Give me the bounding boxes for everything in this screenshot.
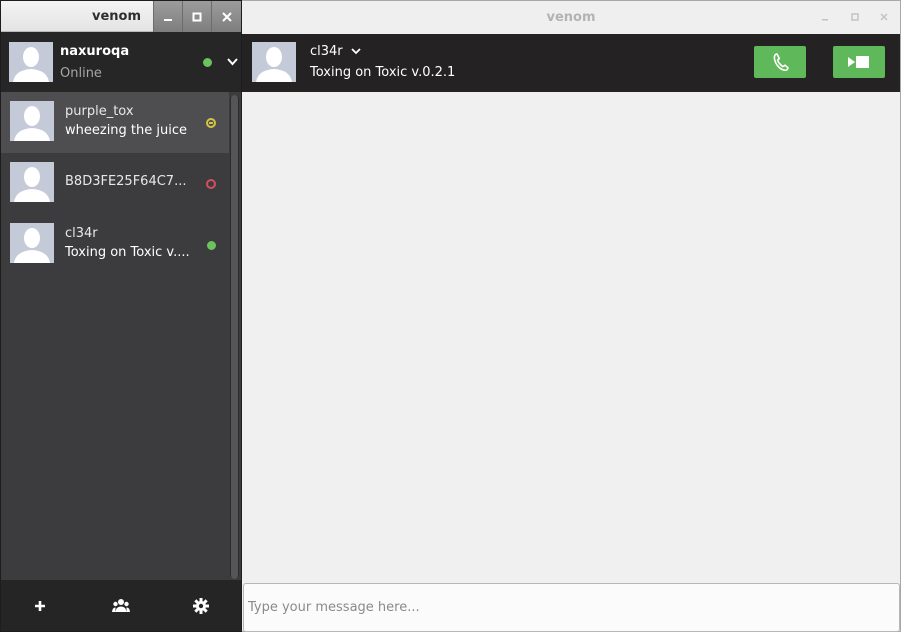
add-friend-icon xyxy=(35,601,45,611)
group-chat-button[interactable] xyxy=(111,596,131,616)
contact-status-message: wheezing the juice xyxy=(65,123,188,138)
user-status-message[interactable]: Online xyxy=(60,66,102,81)
contact-status-message: Toxing on Toxic v.... xyxy=(65,245,190,260)
contact-item[interactable]: purple_tox wheezing the juice xyxy=(1,92,229,153)
group-chat-icon xyxy=(112,599,130,612)
contact-item[interactable]: B8D3FE25F64C7... xyxy=(1,153,229,214)
window-title: venom xyxy=(91,9,141,24)
close-icon xyxy=(880,13,888,21)
voice-call-button[interactable] xyxy=(754,46,806,78)
maximize-icon xyxy=(851,13,859,21)
contact-list-scrollbar[interactable] xyxy=(230,95,239,579)
chevron-down-icon[interactable] xyxy=(227,58,238,66)
avatar xyxy=(10,101,54,141)
minimize-button[interactable] xyxy=(819,11,831,23)
offline-status-icon xyxy=(206,179,216,189)
video-call-button[interactable] xyxy=(833,46,885,78)
close-button[interactable] xyxy=(211,1,241,32)
minimize-button[interactable] xyxy=(153,1,182,32)
user-profile-header[interactable]: naxuroqa Online xyxy=(1,32,241,92)
away-status-icon xyxy=(206,118,216,128)
maximize-button[interactable] xyxy=(182,1,211,32)
maximize-icon xyxy=(192,12,202,21)
online-status-icon xyxy=(207,241,216,250)
titlebar[interactable]: venom xyxy=(1,1,241,32)
contact-list-window: venom naxuroqa Online purple_tox wheezin… xyxy=(0,0,242,632)
phone-icon xyxy=(773,53,789,72)
avatar xyxy=(10,162,54,202)
avatar xyxy=(252,42,296,82)
minimize-icon xyxy=(164,18,172,21)
conversation-window: venom cl34r Toxing on Toxic v.0.2.1 xyxy=(242,0,901,632)
window-title: venom xyxy=(546,10,596,25)
bottom-toolbar xyxy=(1,580,241,631)
contact-name: cl34r xyxy=(310,44,343,59)
settings-icon xyxy=(193,598,209,614)
user-name[interactable]: naxuroqa xyxy=(60,44,129,59)
contact-name: cl34r xyxy=(65,226,98,241)
titlebar[interactable]: venom xyxy=(242,1,900,34)
contact-status-message: Toxing on Toxic v.0.2.1 xyxy=(310,65,456,80)
scrollbar-thumb[interactable] xyxy=(231,95,238,579)
settings-button[interactable] xyxy=(191,596,211,616)
message-input[interactable] xyxy=(243,583,900,632)
video-camera-icon xyxy=(848,56,869,68)
avatar xyxy=(10,223,54,263)
message-history xyxy=(242,92,900,583)
chevron-down-icon xyxy=(351,48,361,55)
minimize-icon xyxy=(822,19,828,21)
close-button[interactable] xyxy=(878,11,890,23)
contact-item[interactable]: cl34r Toxing on Toxic v.... xyxy=(1,214,229,275)
close-icon xyxy=(221,11,232,22)
contact-list: purple_tox wheezing the juice B8D3FE25F6… xyxy=(1,92,229,580)
online-status-icon xyxy=(203,58,212,67)
contact-name: B8D3FE25F64C7... xyxy=(65,174,187,189)
avatar xyxy=(9,42,53,82)
conversation-header: cl34r Toxing on Toxic v.0.2.1 xyxy=(242,34,900,92)
contact-name: purple_tox xyxy=(65,104,134,119)
add-friend-button[interactable] xyxy=(30,596,50,616)
contact-name-menu[interactable]: cl34r xyxy=(310,44,361,59)
maximize-button[interactable] xyxy=(849,11,861,23)
